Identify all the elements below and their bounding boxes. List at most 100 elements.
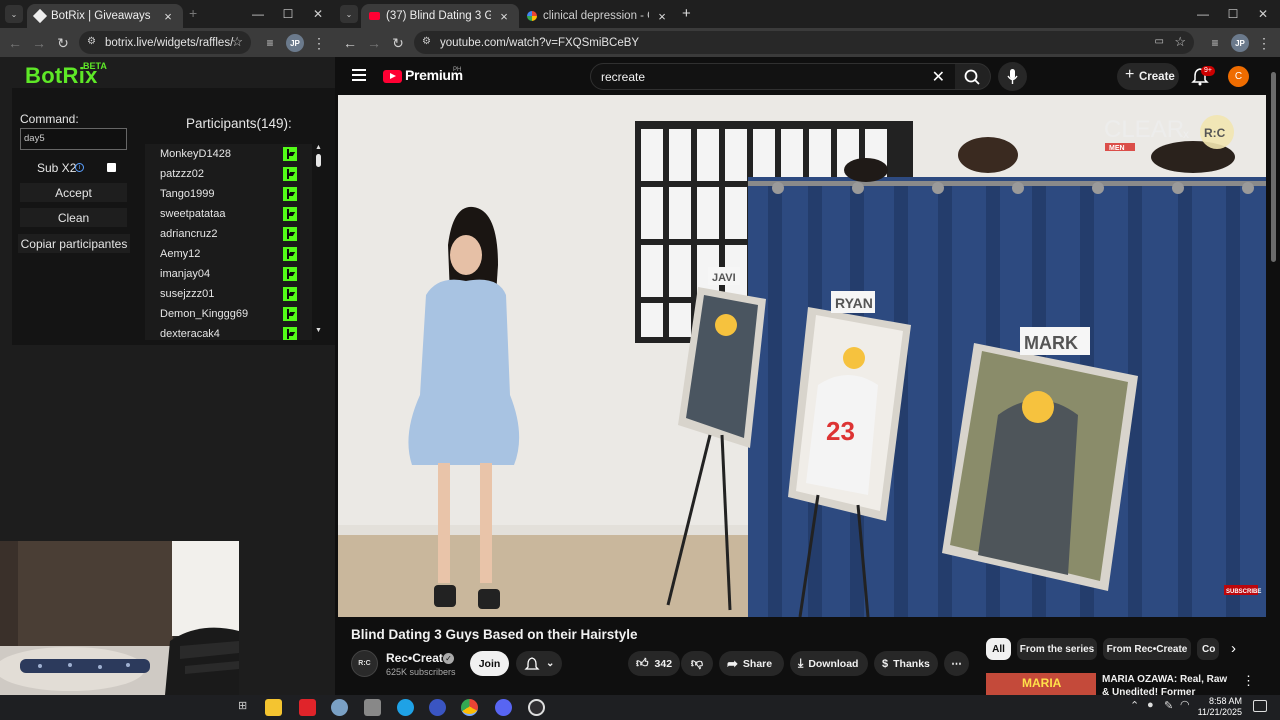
participant-name: sweetpatataa [160,208,226,220]
youtube-favicon [369,12,380,20]
join-button[interactable]: Join [470,651,509,676]
new-tab-button[interactable]: + [189,5,197,21]
page-scrollbar[interactable] [1269,60,1278,690]
kick-icon [283,167,297,181]
like-button[interactable]: 👍︎ 342 [628,651,680,676]
command-input[interactable]: day5 [20,128,127,150]
minimize-button[interactable]: — [1188,4,1218,24]
task-view-icon[interactable]: ⊞ [238,699,255,716]
recommended-menu-icon[interactable]: ⋮ [1242,673,1255,689]
sub-x2-checkbox[interactable] [107,163,116,172]
edge-icon[interactable] [397,699,414,716]
microphone-tray-icon[interactable]: ● [1147,699,1154,711]
botrix-favicon [32,8,48,24]
thumbs-up-icon: 👍︎ [636,656,649,670]
share-button[interactable]: ➦ Share [719,651,784,676]
close-window-button[interactable]: ✕ [1248,4,1278,24]
beta-badge: BETA [83,61,107,71]
subscribed-bell-button[interactable]: ⌄ [516,651,562,676]
scroll-up-arrow-icon[interactable]: ▲ [315,144,322,151]
chip-from-rec-create[interactable]: From Rec•Create [1103,638,1191,660]
close-tab-icon[interactable]: × [161,9,175,24]
site-info-icon[interactable]: ⚙ [422,36,431,47]
tray-chevron-icon[interactable]: ⌃ [1130,699,1139,712]
address-bar[interactable]: ⚙ botrix.live/widgets/raffles/ ☆ [79,31,251,54]
pen-tray-icon[interactable]: ✎ [1164,699,1173,712]
tab-search-button[interactable]: ⌄ [340,5,358,23]
obs-icon[interactable] [528,699,545,716]
clean-button[interactable]: Clean [20,208,127,227]
notification-center-icon[interactable] [1253,700,1267,712]
close-tab-icon[interactable]: × [497,9,511,24]
file-explorer-icon[interactable] [265,699,282,716]
app-icon[interactable] [429,699,446,716]
tab-google[interactable]: clinical depression - Google Se × [519,4,677,28]
accept-button[interactable]: Accept [20,183,127,202]
back-icon[interactable]: ← [340,33,360,53]
chrome-icon[interactable] [461,699,478,716]
chip-more[interactable]: Co [1197,638,1219,660]
create-button[interactable]: + Create [1117,63,1179,90]
forward-icon[interactable]: → [29,33,49,53]
chip-all[interactable]: All [986,638,1011,660]
discord-icon[interactable] [495,699,512,716]
profile-avatar[interactable]: JP [1231,34,1249,52]
dislike-button[interactable]: 👎︎ [681,651,713,676]
bookmark-star-icon[interactable]: ☆ [1174,34,1186,50]
channel-avatar[interactable]: R:C [351,650,378,677]
participant-name: susejzzz01 [160,288,215,300]
recommended-title[interactable]: MARIA OZAWA: Real, Raw & Unedited! Forme… [1102,673,1232,695]
taskbar-date[interactable]: 11/21/2025 [1194,707,1242,717]
bookmark-star-icon[interactable]: ☆ [231,34,243,50]
site-info-icon[interactable]: ⚙ [87,36,96,47]
forward-icon[interactable]: → [364,33,384,53]
account-avatar[interactable]: C [1228,66,1249,87]
channel-name[interactable]: Rec•Create [386,651,450,665]
reading-list-icon[interactable]: ≡ [260,33,280,53]
chip-from-the-series[interactable]: From the series [1017,638,1097,660]
new-tab-button[interactable]: + [682,5,691,22]
wifi-tray-icon[interactable]: ◠ [1180,698,1190,711]
chips-next-arrow-icon[interactable]: › [1231,640,1236,657]
page-scroll-thumb[interactable] [1271,72,1276,262]
profile-avatar[interactable]: JP [286,34,304,52]
list-item: patzzz02 [145,165,312,185]
video-player[interactable]: CLEAR MEN x R:C JAVI 23 RYAN MARK SUBSCR… [338,95,1266,617]
close-window-button[interactable]: ✕ [303,4,333,24]
scroll-down-arrow-icon[interactable]: ▼ [315,327,322,334]
reload-icon[interactable]: ↻ [388,33,408,53]
maximize-button[interactable]: ☐ [1218,4,1248,24]
tab-botrix[interactable]: BotRix | Giveaways × [27,4,183,28]
youtube-logo-icon[interactable] [383,70,402,83]
close-tab-icon[interactable]: × [655,9,669,24]
tab-youtube[interactable]: (37) Blind Dating 3 Guys Based × [361,4,519,28]
download-button[interactable]: ⤓ Download [790,651,868,676]
tab-search-button[interactable]: ⌄ [5,5,23,23]
back-icon[interactable]: ← [5,33,25,53]
red-app-icon[interactable] [299,699,316,716]
search-input[interactable]: recreate ✕ [590,63,956,90]
menu-icon[interactable]: ⋮ [309,33,329,53]
download-icon: ⤓ [798,656,804,670]
hamburger-menu-icon[interactable] [352,69,366,81]
calculator-icon[interactable] [364,699,381,716]
reload-icon[interactable]: ↻ [53,33,73,53]
more-actions-button[interactable]: ⋯ [944,651,969,676]
menu-icon[interactable]: ⋮ [1254,33,1274,53]
participants-scrollbar[interactable]: ▲ ▼ [312,144,324,340]
reading-list-icon[interactable]: ≡ [1205,33,1225,53]
search-button[interactable] [955,63,991,90]
clear-search-icon[interactable]: ✕ [932,67,945,87]
maximize-button[interactable]: ☐ [273,4,303,24]
install-app-icon[interactable]: ▭ [1155,36,1164,47]
address-bar[interactable]: ⚙ youtube.com/watch?v=FXQSmiBCeBY ▭ ☆ [414,31,1194,54]
scroll-thumb[interactable] [316,154,321,167]
recommended-thumbnail[interactable]: MARIA [986,673,1096,695]
minimize-button[interactable]: — [243,4,273,24]
info-icon[interactable]: i [75,163,84,172]
voice-search-button[interactable] [998,62,1027,91]
taskbar-time[interactable]: 8:58 AM [1202,696,1242,706]
thanks-button[interactable]: $ Thanks [874,651,938,676]
copy-participants-button[interactable]: Copiar participantes [18,234,130,253]
app-icon[interactable] [331,699,348,716]
